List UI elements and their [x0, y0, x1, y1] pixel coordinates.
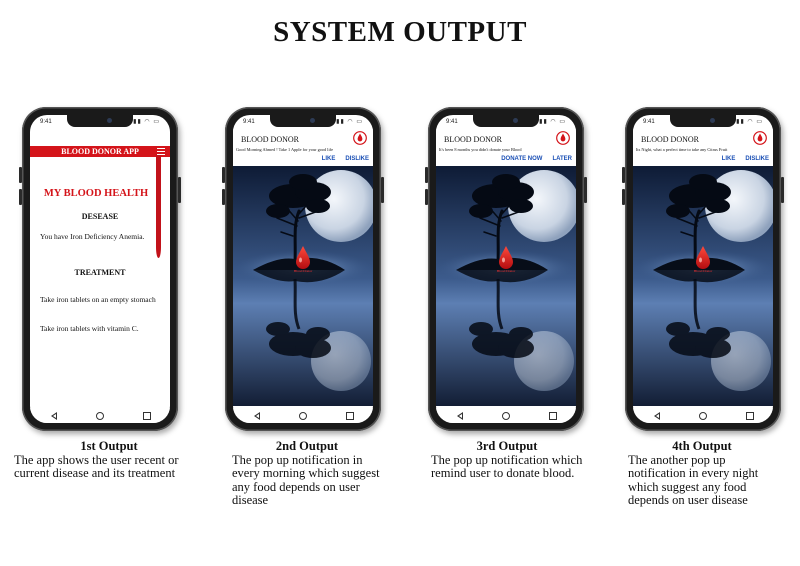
- caption-heading: 3rd Output: [476, 439, 538, 453]
- caption-text: The app shows the user recent or current…: [14, 452, 179, 480]
- notification-message: Its Night, what a perfect time to take a…: [636, 147, 728, 152]
- signal-wifi-battery-icon: ▮▮ ◠ ▭: [539, 119, 566, 125]
- later-button[interactable]: LATER: [552, 156, 572, 162]
- status-time: 9:41: [40, 119, 52, 125]
- donate-now-button[interactable]: DONATE NOW: [501, 156, 542, 162]
- phone-2: 9:41 ▮▮ ◠ ▭ BLOOD DONOR Good Morning Ahm…: [222, 107, 384, 431]
- back-icon[interactable]: [50, 411, 57, 420]
- home-icon[interactable]: [501, 411, 510, 420]
- volume-button: [425, 189, 428, 205]
- nav-bar: [436, 408, 576, 423]
- push-notification[interactable]: BLOOD DONOR It's been 8 months you didn'…: [436, 128, 576, 166]
- volume-button: [19, 167, 22, 183]
- treatment-label: TREATMENT: [74, 268, 126, 277]
- notification-title: BLOOD DONOR: [241, 135, 299, 144]
- notch: [473, 115, 539, 127]
- phone-4: 9:41 ▮▮ ◠ ▭ BLOOD DONOR Its Night, what …: [622, 107, 784, 431]
- caption-heading: 2nd Output: [275, 439, 339, 453]
- blood-drip-icon: [156, 155, 161, 258]
- caption-heading: 1st Output: [80, 439, 138, 453]
- volume-button: [222, 189, 225, 205]
- signal-wifi-battery-icon: ▮▮ ◠ ▭: [133, 119, 160, 125]
- recent-apps-icon[interactable]: [142, 411, 151, 420]
- notch: [270, 115, 336, 127]
- disease-label: DESEASE: [81, 212, 119, 221]
- phone-1: 9:41 ▮▮ ◠ ▭ BLOOD DONOR APP MY BLOOD HEA…: [19, 107, 181, 431]
- dislike-button[interactable]: DISLIKE: [345, 156, 369, 162]
- like-button[interactable]: LIKE: [722, 156, 736, 162]
- signal-wifi-battery-icon: ▮▮ ◠ ▭: [736, 119, 763, 125]
- back-icon[interactable]: [253, 411, 260, 420]
- notification-title: BLOOD DONOR: [444, 135, 502, 144]
- like-button[interactable]: LIKE: [322, 156, 336, 162]
- app-name: BLOOD DONOR APP: [61, 147, 139, 156]
- treatment-item: Take iron tablets on an empty stomach: [40, 295, 156, 304]
- drop-label: Blood Donor: [294, 269, 313, 273]
- home-icon[interactable]: [298, 411, 307, 420]
- phone-3-screen: 9:41 ▮▮ ◠ ▭ BLOOD DONOR It's been 8 mont…: [436, 115, 576, 423]
- volume-button: [425, 167, 428, 183]
- power-button: [381, 177, 384, 203]
- wallpaper-image: Blood Donor: [233, 166, 373, 406]
- drop-label: Blood Donor: [694, 269, 713, 273]
- caption-4: 4th Output The another pop up notificati…: [628, 439, 776, 508]
- recent-apps-icon[interactable]: [745, 411, 754, 420]
- volume-button: [19, 189, 22, 205]
- status-time: 9:41: [643, 119, 655, 125]
- power-button: [178, 177, 181, 203]
- notch: [67, 115, 133, 127]
- push-notification[interactable]: BLOOD DONOR Its Night, what a perfect ti…: [633, 128, 773, 166]
- status-time: 9:41: [243, 119, 255, 125]
- power-button: [584, 177, 587, 203]
- notification-title: BLOOD DONOR: [641, 135, 699, 144]
- notch: [670, 115, 736, 127]
- blood-drop-icon: [353, 131, 367, 145]
- wallpaper-image: Blood Donor: [436, 166, 576, 406]
- phone-1-screen: 9:41 ▮▮ ◠ ▭ BLOOD DONOR APP MY BLOOD HEA…: [30, 115, 170, 423]
- nav-bar: [633, 408, 773, 423]
- caption-1: 1st Output The app shows the user recent…: [14, 439, 204, 481]
- treatment-item: Take iron tablets with vitamin C.: [40, 324, 139, 333]
- back-icon[interactable]: [653, 411, 660, 420]
- dislike-button[interactable]: DISLIKE: [745, 156, 769, 162]
- drop-label: Blood Donor: [497, 269, 516, 273]
- phone-4-screen: 9:41 ▮▮ ◠ ▭ BLOOD DONOR Its Night, what …: [633, 115, 773, 423]
- caption-2: 2nd Output The pop up notification in ev…: [232, 439, 382, 508]
- caption-3: 3rd Output The pop up notification which…: [431, 439, 583, 481]
- camera: [710, 118, 715, 123]
- push-notification[interactable]: BLOOD DONOR Good Morning Ahmed ! Take 1 …: [233, 128, 373, 166]
- wallpaper-image: Blood Donor: [633, 166, 773, 406]
- signal-wifi-battery-icon: ▮▮ ◠ ▭: [336, 119, 363, 125]
- caption-text: The another pop up notification in every…: [628, 452, 759, 507]
- caption-text: The pop up notification in every morning…: [232, 452, 380, 507]
- page-title: SYSTEM OUTPUT: [273, 16, 527, 48]
- phone-3: 9:41 ▮▮ ◠ ▭ BLOOD DONOR It's been 8 mont…: [425, 107, 587, 431]
- camera: [107, 118, 112, 123]
- back-icon[interactable]: [456, 411, 463, 420]
- caption-text: The pop up notification which remind use…: [431, 452, 583, 480]
- camera: [513, 118, 518, 123]
- volume-button: [622, 167, 625, 183]
- blood-drop-icon: [753, 131, 767, 145]
- recent-apps-icon[interactable]: [345, 411, 354, 420]
- home-icon[interactable]: [95, 411, 104, 420]
- phone-2-screen: 9:41 ▮▮ ◠ ▭ BLOOD DONOR Good Morning Ahm…: [233, 115, 373, 423]
- home-icon[interactable]: [698, 411, 707, 420]
- notification-message: Good Morning Ahmed ! Take 1 Apple for yo…: [236, 147, 334, 152]
- app-header: BLOOD DONOR APP: [30, 146, 170, 157]
- nav-bar: [233, 408, 373, 423]
- volume-button: [222, 167, 225, 183]
- disease-text: You have Iron Deficiency Anemia.: [40, 232, 145, 241]
- volume-button: [622, 189, 625, 205]
- recent-apps-icon[interactable]: [548, 411, 557, 420]
- caption-heading: 4th Output: [672, 439, 732, 453]
- camera: [310, 118, 315, 123]
- nav-bar: [30, 408, 170, 423]
- status-time: 9:41: [446, 119, 458, 125]
- blood-drop-icon: [556, 131, 570, 145]
- notification-message: It's been 8 months you didn't donate you…: [439, 147, 522, 152]
- power-button: [781, 177, 784, 203]
- health-heading: MY BLOOD HEALTH: [43, 188, 149, 199]
